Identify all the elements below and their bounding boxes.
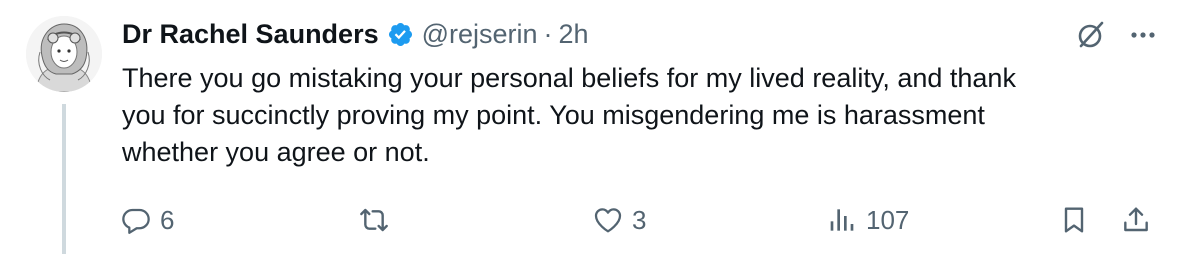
reply-count: 6 <box>160 204 175 235</box>
thread-line <box>62 104 66 254</box>
tweet-actions: 6 3 107 <box>118 200 1158 240</box>
view-count: 107 <box>866 204 910 235</box>
retweet-button[interactable] <box>358 200 398 240</box>
share-icon <box>1124 207 1148 232</box>
like-count: 3 <box>632 204 647 235</box>
author-display-name[interactable]: Dr Rachel Saunders <box>122 19 379 50</box>
more-icon[interactable] <box>1126 18 1160 52</box>
share-button[interactable] <box>1120 200 1152 240</box>
retweet-icon <box>360 208 388 232</box>
bookmark-icon <box>1064 207 1084 233</box>
tweet-header: Dr Rachel Saunders @rejserin · 2h <box>122 17 589 51</box>
heart-icon <box>594 208 622 233</box>
avatar[interactable] <box>26 16 102 92</box>
header-separator: · <box>543 18 553 49</box>
tweet-timestamp[interactable]: 2h <box>559 19 589 50</box>
author-handle[interactable]: @rejserin <box>422 19 538 50</box>
bookmark-button[interactable] <box>1058 200 1090 240</box>
reply-button[interactable]: 6 <box>120 200 174 240</box>
tweet-top-controls <box>1074 18 1160 52</box>
views-icon <box>830 209 854 231</box>
verified-badge-icon[interactable] <box>387 21 414 48</box>
like-button[interactable]: 3 <box>592 200 646 240</box>
avatar-illustration <box>26 16 102 92</box>
tweet-text: There you go mistaking your personal bel… <box>122 63 1016 167</box>
views-button[interactable]: 107 <box>826 200 909 240</box>
reply-icon <box>122 208 150 234</box>
grok-icon[interactable] <box>1074 18 1126 52</box>
